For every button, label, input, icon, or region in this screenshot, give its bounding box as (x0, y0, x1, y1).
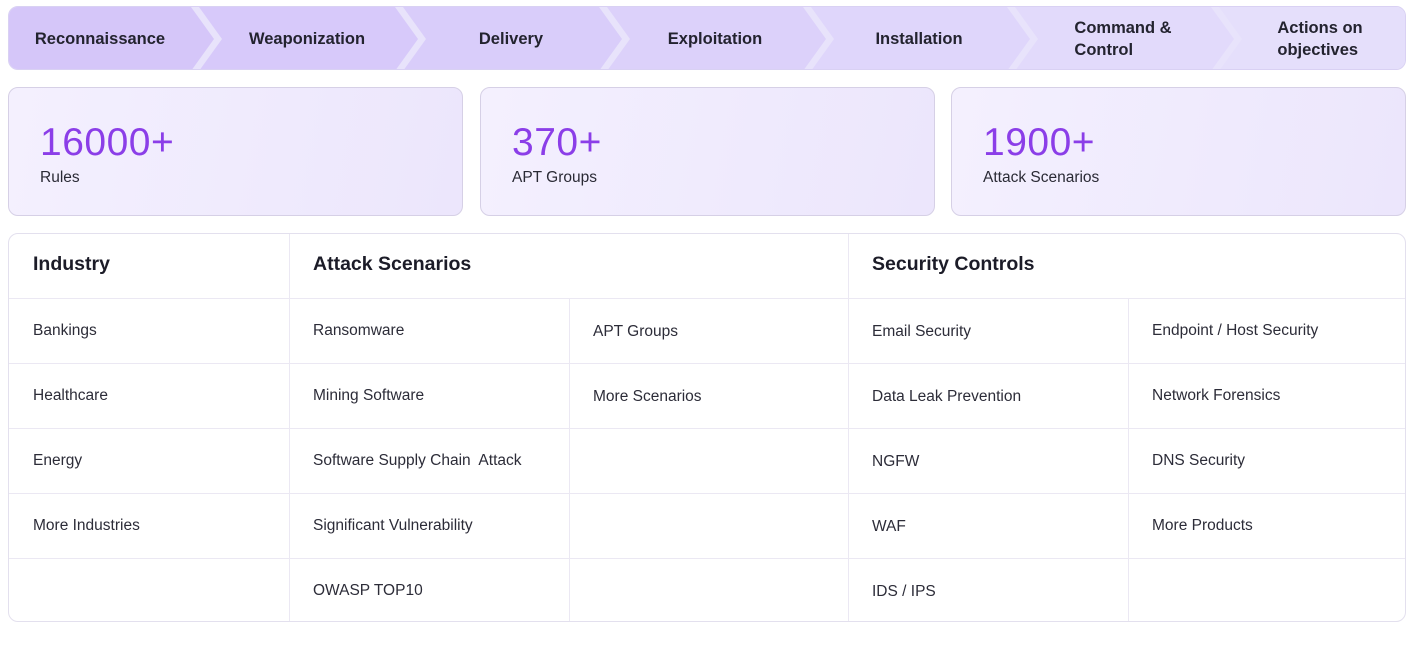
column-divider (1128, 298, 1129, 621)
stat-card-attack-scenarios: 1900+ Attack Scenarios (951, 87, 1406, 216)
attack-item-apt-groups[interactable]: APT Groups (593, 323, 678, 341)
attack-item-supply-chain[interactable]: Software Supply Chain Attack (313, 452, 522, 470)
industry-item-energy[interactable]: Energy (33, 452, 82, 470)
row-divider (9, 298, 1405, 299)
header-security-controls: Security Controls (872, 253, 1035, 275)
chain-step-command-and-control[interactable]: Command & Control (1029, 7, 1217, 69)
row-divider (9, 428, 1405, 429)
row-divider (9, 363, 1405, 364)
control-item-dns-security[interactable]: DNS Security (1152, 452, 1245, 470)
control-item-data-leak-prevention[interactable]: Data Leak Prevention (872, 388, 1021, 406)
kill-chain-bar: Reconnaissance Weaponization Delivery Ex… (8, 6, 1406, 70)
industry-item-bankings[interactable]: Bankings (33, 322, 97, 340)
column-divider (569, 298, 570, 621)
stat-label: Attack Scenarios (983, 169, 1100, 186)
row-divider (9, 558, 1405, 559)
coverage-table: Industry Attack Scenarios Security Contr… (8, 233, 1406, 622)
chain-step-reconnaissance[interactable]: Reconnaissance (9, 7, 191, 69)
control-item-more-products[interactable]: More Products (1152, 517, 1253, 535)
header-attack-scenarios: Attack Scenarios (313, 253, 472, 275)
row-divider (9, 493, 1405, 494)
industry-item-healthcare[interactable]: Healthcare (33, 387, 108, 405)
control-item-ids-ips[interactable]: IDS / IPS (872, 583, 936, 601)
control-item-network-forensics[interactable]: Network Forensics (1152, 387, 1280, 405)
control-item-waf[interactable]: WAF (872, 518, 906, 536)
stat-card-rules: 16000+ Rules (8, 87, 463, 216)
header-industry: Industry (33, 253, 110, 275)
control-item-ngfw[interactable]: NGFW (872, 453, 919, 471)
chain-step-actions-on-objectives[interactable]: Actions on objectives (1233, 7, 1405, 69)
attack-item-significant-vulnerability[interactable]: Significant Vulnerability (313, 517, 473, 535)
stat-label: Rules (40, 169, 80, 186)
control-item-email-security[interactable]: Email Security (872, 323, 971, 341)
column-divider (289, 234, 290, 621)
stat-label: APT Groups (512, 169, 598, 186)
chain-step-weaponization[interactable]: Weaponization (213, 7, 401, 69)
chain-step-exploitation[interactable]: Exploitation (621, 7, 809, 69)
attack-item-mining-software[interactable]: Mining Software (313, 387, 424, 405)
stat-value: 16000+ (40, 121, 175, 164)
attack-item-more-scenarios[interactable]: More Scenarios (593, 388, 702, 406)
chain-step-delivery[interactable]: Delivery (417, 7, 605, 69)
column-divider (848, 234, 849, 621)
attack-item-ransomware[interactable]: Ransomware (313, 322, 404, 340)
industry-item-more[interactable]: More Industries (33, 517, 140, 535)
control-item-endpoint-host-security[interactable]: Endpoint / Host Security (1152, 322, 1318, 340)
attack-item-owasp-top10[interactable]: OWASP TOP10 (313, 582, 423, 600)
stat-card-apt-groups: 370+ APT Groups (480, 87, 935, 216)
chain-step-installation[interactable]: Installation (825, 7, 1013, 69)
stat-value: 370+ (512, 121, 602, 164)
stat-value: 1900+ (983, 121, 1096, 164)
